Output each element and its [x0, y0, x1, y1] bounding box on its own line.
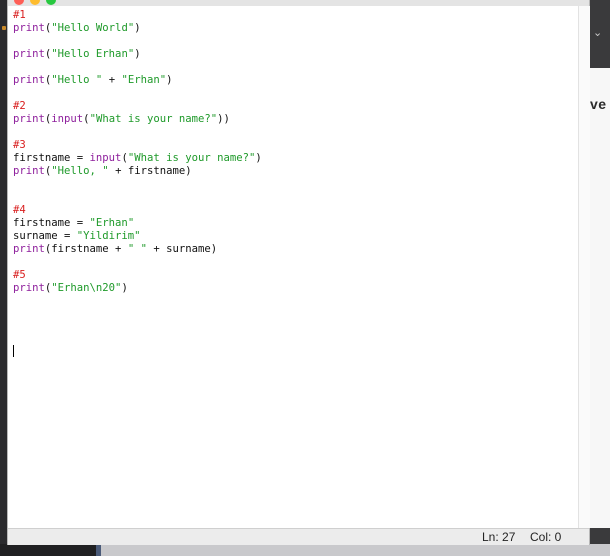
code-token-string: " " — [127, 243, 147, 255]
background-app-partial-text: ve — [590, 96, 607, 112]
line-number-indicator: Ln: 27 — [482, 530, 516, 544]
background-app-content — [589, 68, 610, 528]
code-token-string: "Erhan\n20" — [51, 282, 122, 294]
code-token-text: + surname) — [146, 243, 218, 255]
code-line: #2 — [13, 100, 262, 113]
code-token-text: (firstname + — [44, 243, 128, 255]
code-token-keyword: print — [13, 74, 45, 86]
editor-window: #1 print("Hello World") print("Hello Erhan… — [8, 0, 590, 545]
code-line: print("Erhan\n20") — [13, 282, 262, 295]
background-window-edge — [101, 544, 610, 556]
code-comment: #4 — [13, 204, 26, 216]
code-token-string: "What is your name?" — [89, 113, 218, 125]
code-line: firstname = "Erhan" — [13, 217, 262, 230]
code-token-text: )) — [217, 113, 230, 125]
code-lines: #1 print("Hello World") print("Hello Erhan… — [13, 9, 262, 295]
code-line: #1 — [13, 9, 262, 22]
minimize-window-button[interactable] — [30, 0, 40, 5]
zoom-window-button[interactable] — [46, 0, 56, 5]
code-token-text: + firstname) — [108, 165, 192, 177]
column-number-indicator: Col: 0 — [530, 530, 562, 544]
code-token-string: "Erhan" — [89, 217, 135, 229]
code-token-keyword: print — [13, 243, 45, 255]
code-token-string: "Hello World" — [51, 22, 135, 34]
code-comment: #5 — [13, 269, 26, 281]
code-token-keyword: print — [13, 282, 45, 294]
code-line: print("Hello " + "Erhan") — [13, 74, 262, 87]
code-token-string: "Erhan" — [121, 74, 167, 86]
code-token-text: ) — [121, 282, 128, 294]
chevron-down-icon: ⌄ — [593, 27, 603, 39]
text-cursor — [13, 345, 14, 357]
code-line: print("Hello, " + firstname) — [13, 165, 262, 178]
code-comment: #1 — [13, 9, 26, 21]
code-token-text: firstname = — [13, 152, 90, 164]
code-line: #5 — [13, 269, 262, 282]
code-line: surname = "Yildirim" — [13, 230, 262, 243]
code-token-text: ) — [134, 48, 141, 60]
code-token-text: ) — [134, 22, 141, 34]
code-comment: #2 — [13, 100, 26, 112]
code-token-string: "What is your name?" — [127, 152, 256, 164]
code-token-keyword: print — [13, 48, 45, 60]
code-comment: #3 — [13, 139, 26, 151]
code-token-keyword: print — [13, 113, 45, 125]
desktop-edge-mark — [2, 26, 6, 30]
code-line: print(input("What is your name?")) — [13, 113, 262, 126]
code-token-keyword: print — [13, 165, 45, 177]
code-line: #4 — [13, 204, 262, 217]
code-token-text: surname = — [13, 230, 77, 242]
code-token-string: "Yildirim" — [76, 230, 141, 242]
code-token-keyword: input — [89, 152, 122, 164]
code-line: firstname = input("What is your name?") — [13, 152, 262, 165]
code-editor[interactable]: #1 print("Hello World") print("Hello Erhan… — [8, 6, 578, 528]
code-line: print("Hello Erhan") — [13, 48, 262, 61]
code-token-keyword: input — [51, 113, 84, 125]
code-token-keyword: print — [13, 22, 45, 34]
code-token-string: "Hello Erhan" — [51, 48, 135, 60]
code-token-text: ) — [166, 74, 173, 86]
code-token-string: "Hello " — [51, 74, 103, 86]
code-token-text: ) — [255, 152, 262, 164]
code-line: print("Hello World") — [13, 22, 262, 35]
code-token-text: + — [102, 74, 122, 86]
close-window-button[interactable] — [14, 0, 24, 5]
vertical-scrollbar[interactable] — [578, 6, 590, 528]
code-token-text: firstname = — [13, 217, 90, 229]
status-bar: Ln: 27 Col: 0 — [8, 528, 589, 545]
code-token-string: "Hello, " — [51, 165, 109, 177]
code-line: print(firstname + " " + surname) — [13, 243, 262, 256]
code-line: #3 — [13, 139, 262, 152]
